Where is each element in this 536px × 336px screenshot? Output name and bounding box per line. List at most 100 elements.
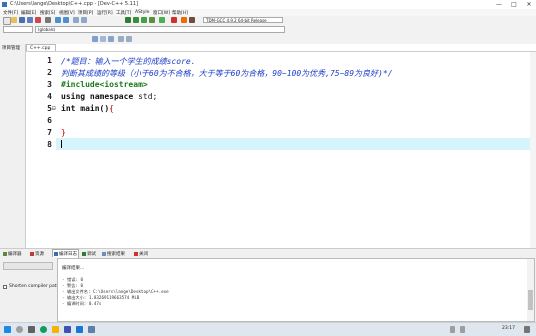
window-title: C:\Users\lange\Desktop\C++.cpp - [Dev-C+…	[10, 1, 138, 7]
editor-scrollbar[interactable]	[530, 52, 536, 248]
run-icon[interactable]	[133, 17, 139, 23]
line-number: 5	[47, 104, 52, 113]
network-icon[interactable]	[450, 326, 455, 333]
menu-edit[interactable]: 编辑[E]	[21, 10, 36, 16]
app-icon	[2, 2, 7, 7]
file-tab[interactable]: C++.cpp	[26, 44, 56, 51]
save-icon[interactable]	[19, 17, 25, 23]
fold-toggle-icon[interactable]: ⊟	[52, 105, 56, 112]
scope-toolbar: (globals)	[0, 25, 536, 34]
code-line-5: int main(){	[61, 104, 114, 113]
check-icon[interactable]	[159, 17, 165, 23]
current-line-highlight	[56, 138, 536, 150]
open-file-icon[interactable]	[11, 17, 17, 23]
tab-resources[interactable]: 资源	[30, 251, 44, 257]
log-scrollbar-thumb[interactable]	[528, 290, 533, 310]
close-button[interactable]: ✕	[522, 0, 536, 9]
tab-label: 搜索结果	[107, 251, 125, 257]
menu-file[interactable]: 文件[F]	[3, 10, 18, 16]
compiler-icon	[3, 251, 7, 256]
menu-window[interactable]: 窗口[W]	[153, 10, 170, 16]
code-line-7: }	[61, 128, 66, 137]
clock[interactable]: 23:17	[502, 326, 515, 331]
search-icon[interactable]	[16, 326, 23, 333]
profile-icon[interactable]	[181, 17, 187, 23]
stop-icon[interactable]	[171, 17, 177, 23]
rebuild-icon[interactable]	[149, 17, 155, 23]
tab-debug[interactable]: 调试	[82, 251, 96, 257]
compile-icon[interactable]	[125, 17, 131, 23]
notification-icon[interactable]	[524, 326, 530, 333]
goto-bookmark-icon[interactable]	[108, 36, 114, 42]
shorten-paths-label: Shorten compiler paths	[9, 284, 62, 289]
class-combo[interactable]	[3, 26, 33, 33]
line-number: 8	[47, 140, 52, 149]
keyword: using namespace	[61, 92, 134, 101]
menu-help[interactable]: 帮助[H]	[172, 10, 188, 16]
undo-icon[interactable]	[55, 17, 61, 23]
title-bar: C:\Users\lange\Desktop\C++.cpp - [Dev-C+…	[0, 0, 536, 9]
devcpp-icon[interactable]	[88, 326, 95, 333]
toggle-bookmark-icon[interactable]	[100, 36, 106, 42]
code-line-1: /*题目：输入一个学生的成绩score.	[61, 57, 196, 66]
insert-icon[interactable]	[92, 36, 98, 42]
tab-label: 调试	[87, 251, 96, 257]
compile-log[interactable]: 编译结果... - 错误: 0 - 警告: 0 - 输出文件名: C:\User…	[57, 258, 535, 322]
store-icon[interactable]	[64, 326, 71, 333]
print-icon[interactable]	[45, 17, 51, 23]
line-number: 6	[47, 116, 52, 125]
resources-icon	[30, 251, 34, 256]
compile-progress-bar	[3, 262, 53, 270]
tab-compiler[interactable]: 编译器	[3, 251, 22, 257]
menu-search[interactable]: 搜索[S]	[40, 10, 55, 16]
tab-label: 关闭	[139, 251, 148, 257]
minimize-button[interactable]: —	[492, 0, 506, 9]
tab-divider	[26, 51, 536, 52]
compiler-select[interactable]: TDM-GCC 4.9.2 64-bit Release	[203, 17, 283, 23]
taskbar: 23:17	[0, 322, 536, 336]
search-icon	[102, 251, 106, 256]
tab-label: 资源	[35, 251, 44, 257]
keyword: int	[61, 104, 76, 113]
line-number: 2	[47, 68, 52, 77]
code-line-2: 判断其成绩的等级（小于60为不合格，大于等于60为合格，90~100为优秀,75…	[61, 69, 393, 78]
menu-project[interactable]: 项目[P]	[78, 10, 93, 16]
code-line-4: using namespace std;	[61, 92, 157, 101]
mail-icon[interactable]	[76, 326, 83, 333]
maximize-button[interactable]: □	[507, 0, 521, 9]
shorten-paths-checkbox[interactable]	[3, 284, 7, 289]
close-icon	[134, 251, 138, 256]
new-file-icon[interactable]	[3, 17, 11, 25]
debug-icon	[82, 251, 86, 256]
save-all-icon[interactable]	[27, 17, 33, 23]
replace-icon[interactable]	[81, 17, 87, 23]
function-name: main()	[75, 104, 110, 113]
open-brace: {	[109, 104, 114, 113]
close-file-icon[interactable]	[35, 17, 41, 23]
volume-icon[interactable]	[460, 326, 465, 333]
task-view-icon[interactable]	[28, 326, 35, 333]
indent-icon[interactable]	[118, 36, 124, 42]
redo-icon[interactable]	[63, 17, 69, 23]
menu-run[interactable]: 运行[R]	[97, 10, 113, 16]
project-manager-tab[interactable]: 项目管理	[2, 45, 20, 51]
tab-close[interactable]: 关闭	[134, 251, 148, 257]
menu-astyle[interactable]: AStyle	[135, 10, 149, 15]
log-line: - 编译时间: 0.47s	[62, 301, 102, 306]
scope-combo[interactable]: (globals)	[35, 26, 285, 33]
line-number: 4	[47, 92, 52, 101]
edge-icon[interactable]	[40, 326, 47, 333]
unindent-icon[interactable]	[126, 36, 132, 42]
start-icon[interactable]	[4, 326, 11, 333]
bottom-tabs: 编译器 资源 编译日志 调试 搜索结果 关闭	[0, 248, 536, 259]
find-icon[interactable]	[73, 17, 79, 23]
menu-tools[interactable]: 工具[T]	[116, 10, 131, 16]
compile-run-icon[interactable]	[141, 17, 147, 23]
menu-bar: 文件[F] 编辑[E] 搜索[S] 视图[V] 项目[P] 运行[R] 工具[T…	[0, 9, 536, 16]
explorer-icon[interactable]	[52, 326, 59, 333]
line-number: 1	[47, 56, 52, 65]
shorten-paths-option[interactable]: Shorten compiler paths	[3, 284, 62, 289]
tab-search-results[interactable]: 搜索结果	[102, 251, 125, 257]
menu-view[interactable]: 视图[V]	[59, 10, 75, 16]
debug-icon[interactable]	[189, 17, 195, 23]
